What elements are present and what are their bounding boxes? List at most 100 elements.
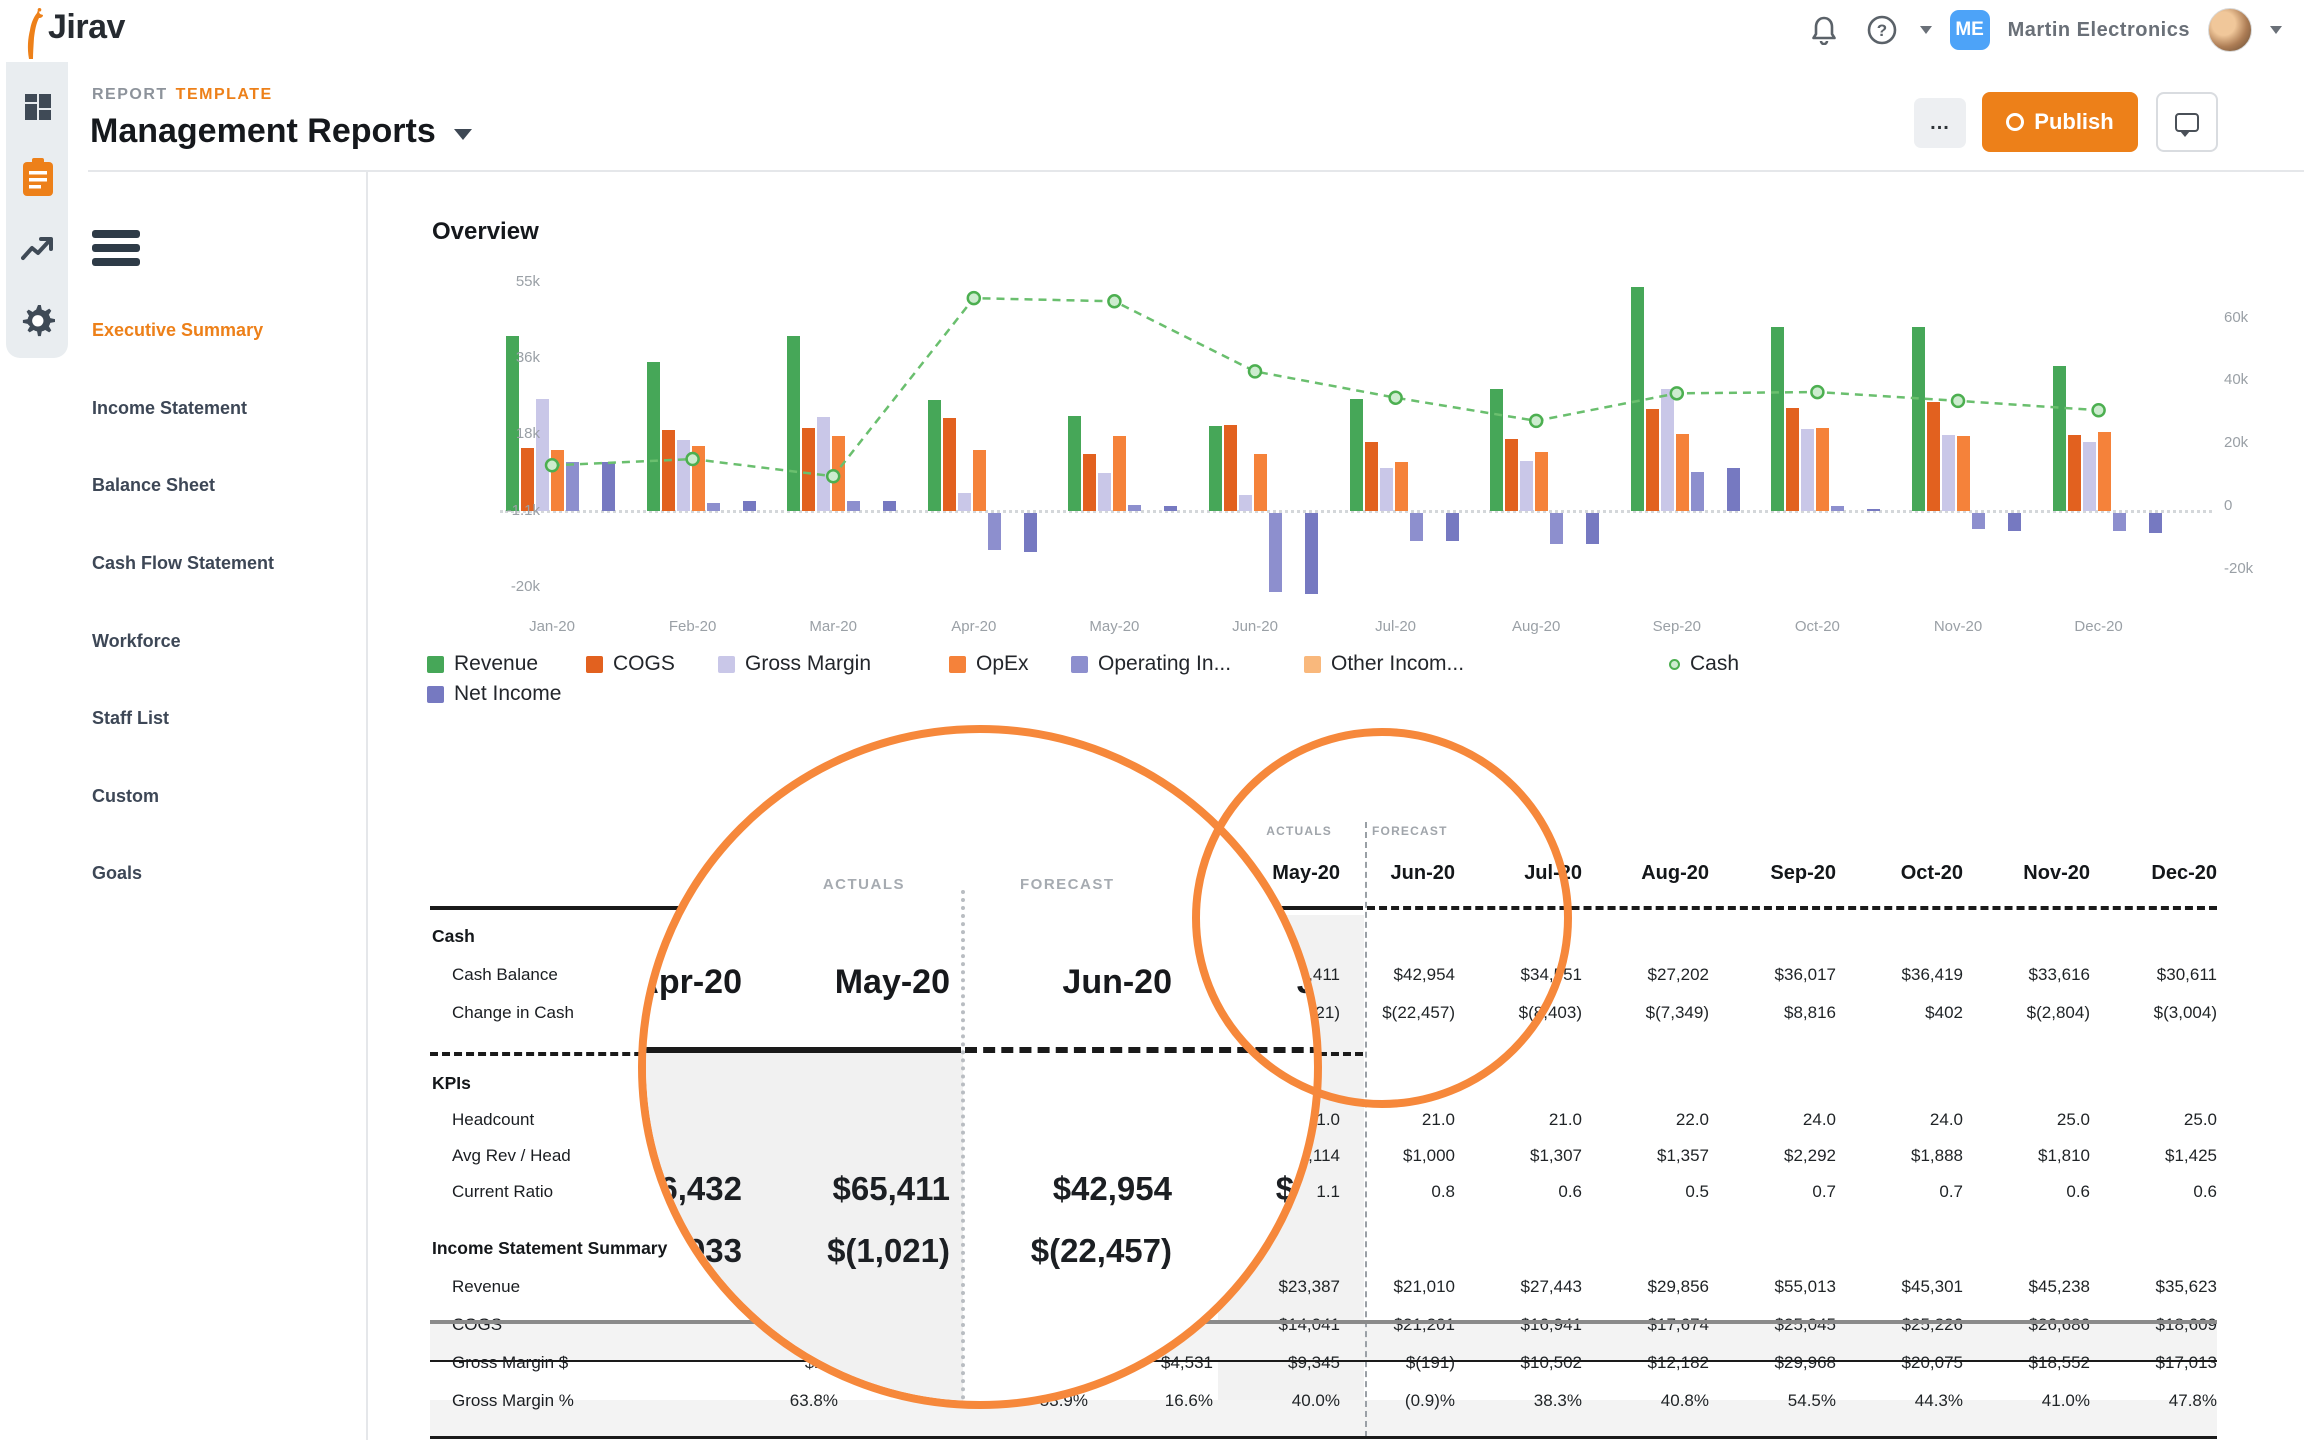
- x-axis-label-oct-20: Oct-20: [1762, 618, 1872, 635]
- bar-operating-in--apr-20: [988, 513, 1001, 550]
- bar-revenue-may-20: [1068, 416, 1081, 511]
- publish-button[interactable]: Publish: [1982, 92, 2138, 152]
- bar-gross-margin-feb-20: [677, 440, 690, 511]
- legend-label: Cash: [1690, 652, 1739, 676]
- bar-cogs-apr-20: [943, 418, 956, 511]
- sidebar-item-goals[interactable]: Goals: [92, 863, 142, 884]
- magnified-month-apr-20: Apr-20: [638, 963, 742, 1002]
- table-section-kpis: KPIs: [432, 1073, 471, 1094]
- comments-button[interactable]: [2156, 92, 2218, 152]
- bar-cogs-mar-20: [802, 428, 815, 511]
- x-axis-label-dec-20: Dec-20: [2044, 618, 2154, 635]
- topbar: Jirav ? ME Martin Electronics: [0, 0, 2304, 58]
- bar-cogs-sep-20: [1646, 409, 1659, 511]
- legend-swatch-icon: [427, 656, 444, 673]
- bar-operating-in--sep-20: [1691, 472, 1704, 511]
- magnified-actuals-band: [638, 1049, 963, 1409]
- bar-revenue-aug-20: [1490, 389, 1503, 511]
- table-row-label: Change in Cash: [452, 1003, 574, 1023]
- settings-gear-icon[interactable]: [21, 304, 55, 338]
- sidebar-item-cash-flow-statement[interactable]: Cash Flow Statement: [92, 553, 274, 574]
- sidebar-item-staff-list[interactable]: Staff List: [92, 708, 169, 729]
- bar-revenue-mar-20: [787, 336, 800, 511]
- header-divider: [88, 170, 2304, 172]
- right-axis-tick: 0: [2224, 497, 2232, 514]
- bar-opex-may-20: [1113, 436, 1126, 511]
- legend-item-net-income[interactable]: Net Income: [427, 682, 561, 706]
- bar-net-income-feb-20: [743, 501, 756, 511]
- plans-trend-icon[interactable]: [21, 232, 55, 266]
- table-column-header-aug-20: Aug-20: [1579, 862, 1709, 885]
- help-caret-icon[interactable]: [1920, 26, 1932, 34]
- bar-gross-margin-jul-20: [1380, 468, 1393, 511]
- bar-revenue-apr-20: [928, 400, 941, 511]
- bar-gross-margin-mar-20: [817, 417, 830, 511]
- sidebar-item-income-statement[interactable]: Income Statement: [92, 398, 247, 419]
- legend-item-opex[interactable]: OpEx: [949, 652, 1029, 676]
- legend-label: COGS: [613, 652, 675, 676]
- table-column-header-sep-20: Sep-20: [1706, 862, 1836, 885]
- x-axis-label-mar-20: Mar-20: [778, 618, 888, 635]
- bar-gross-margin-dec-20: [2083, 442, 2096, 511]
- bar-operating-in--jul-20: [1410, 513, 1423, 541]
- legend-swatch-icon: [1304, 656, 1321, 673]
- legend-label: Operating In...: [1098, 652, 1231, 676]
- giraffe-logo-icon: [16, 8, 46, 65]
- table-section-income-statement-summary: Income Statement Summary: [432, 1238, 667, 1259]
- sidebar-item-workforce[interactable]: Workforce: [92, 631, 181, 652]
- avatar[interactable]: [2208, 8, 2252, 52]
- bar-opex-oct-20: [1816, 428, 1829, 511]
- legend-label: Revenue: [454, 652, 538, 676]
- bar-revenue-sep-20: [1631, 287, 1644, 511]
- account-caret-icon[interactable]: [2270, 26, 2282, 34]
- legend-item-other-incom-[interactable]: Other Incom...: [1304, 652, 1464, 676]
- magnified-cell: $65,411: [710, 1170, 950, 1208]
- bar-cogs-feb-20: [662, 430, 675, 511]
- legend-item-operating-in-[interactable]: Operating In...: [1071, 652, 1231, 676]
- sidebar-item-custom[interactable]: Custom: [92, 786, 159, 807]
- bar-net-income-oct-20: [1867, 509, 1880, 511]
- page-title: Management Reports: [90, 112, 436, 151]
- table-row-label: Cash Balance: [452, 965, 558, 985]
- x-axis-label-jul-20: Jul-20: [1341, 618, 1451, 635]
- x-axis-label-feb-20: Feb-20: [638, 618, 748, 635]
- table-row-label: Headcount: [452, 1110, 534, 1130]
- bar-net-income-jun-20: [1305, 513, 1318, 594]
- bar-gross-margin-sep-20: [1661, 389, 1674, 511]
- account-badge[interactable]: ME: [1950, 10, 1990, 50]
- dashboards-icon[interactable]: [21, 90, 55, 124]
- bar-gross-margin-aug-20: [1520, 461, 1533, 511]
- bar-cogs-nov-20: [1927, 402, 1940, 511]
- jirav-logo[interactable]: Jirav: [16, 8, 125, 65]
- bar-operating-in--aug-20: [1550, 513, 1563, 544]
- bar-net-income-jul-20: [1446, 513, 1459, 541]
- left-axis-tick: 36k: [470, 349, 540, 366]
- reports-icon[interactable]: [21, 160, 55, 194]
- legend-label: OpEx: [976, 652, 1029, 676]
- table-cell: $1,425: [2067, 1146, 2217, 1166]
- bar-opex-jun-20: [1254, 454, 1267, 511]
- notifications-bell-icon[interactable]: [1804, 10, 1844, 50]
- table-row-label: COGS: [452, 1315, 502, 1335]
- legend-item-revenue[interactable]: Revenue: [427, 652, 538, 676]
- icon-rail: [6, 62, 68, 358]
- legend-item-gross-margin[interactable]: Gross Margin: [718, 652, 871, 676]
- legend-label: Other Incom...: [1331, 652, 1464, 676]
- bar-operating-in--may-20: [1128, 505, 1141, 511]
- bar-cogs-jun-20: [1224, 425, 1237, 511]
- bar-cogs-oct-20: [1786, 408, 1799, 511]
- help-icon[interactable]: ?: [1862, 10, 1902, 50]
- legend-item-cogs[interactable]: COGS: [586, 652, 675, 676]
- more-actions-button[interactable]: ...: [1914, 98, 1966, 148]
- legend-item-cash[interactable]: Cash: [1669, 652, 1739, 676]
- title-dropdown-caret-icon[interactable]: [454, 129, 472, 140]
- left-axis-tick: 18k: [470, 425, 540, 442]
- bar-revenue-oct-20: [1771, 327, 1784, 511]
- bar-operating-in--oct-20: [1831, 506, 1844, 511]
- table-row-label: Avg Rev / Head: [452, 1146, 571, 1166]
- sidebar-item-executive-summary[interactable]: Executive Summary: [92, 320, 263, 341]
- report-pages-menu-icon[interactable]: [92, 230, 140, 272]
- sidebar-item-balance-sheet[interactable]: Balance Sheet: [92, 475, 215, 496]
- bar-gross-margin-may-20: [1098, 473, 1111, 511]
- bar-gross-margin-jun-20: [1239, 495, 1252, 511]
